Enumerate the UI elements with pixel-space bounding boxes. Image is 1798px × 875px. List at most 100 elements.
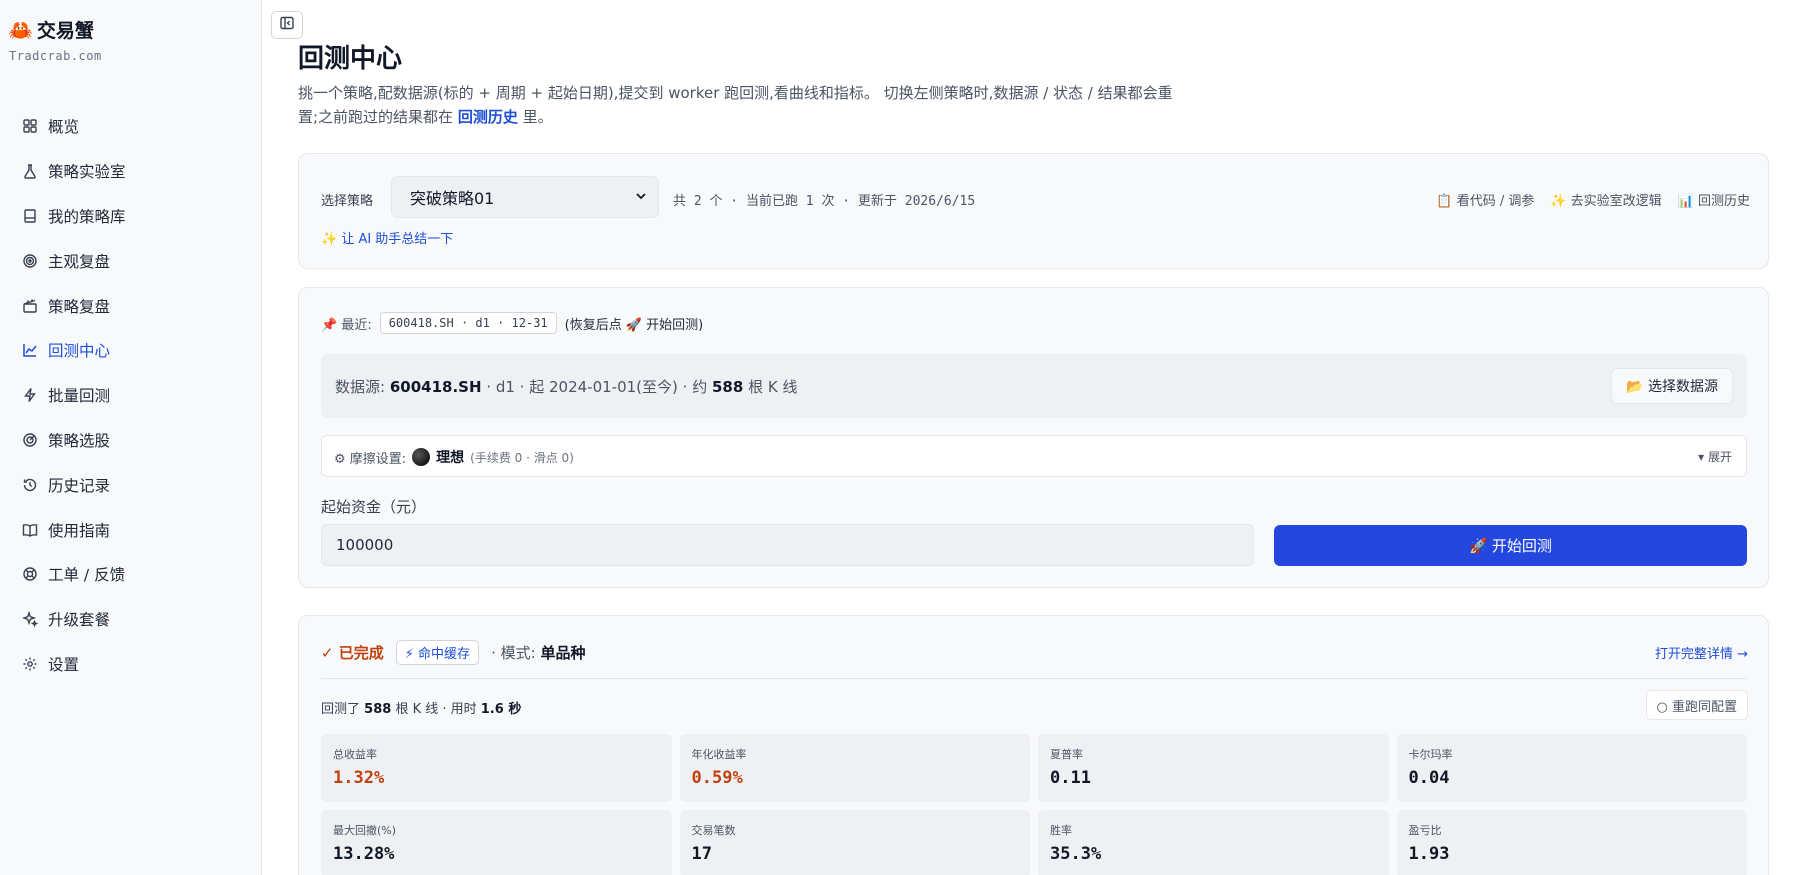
page-description-text: 挑一个策略,配数据源(标的 + 周期 + 起始日期),提交到 worker 跑回…: [298, 84, 1173, 126]
collapse-sidebar-button[interactable]: [271, 11, 303, 39]
select-datasource-button[interactable]: 📂 选择数据源: [1611, 368, 1733, 404]
mode-value: 单品种: [540, 644, 586, 662]
metric-label: 年化收益率: [691, 748, 747, 761]
sparkle-icon: [22, 611, 38, 628]
sidebar-item-feedback[interactable]: 工单 / 反馈: [0, 552, 262, 597]
capital-input[interactable]: [321, 524, 1254, 566]
datasource-summary: 数据源: 600418.SH · d1 · 起 2024-01-01(至今) ·…: [335, 376, 797, 397]
metric-profit-loss-ratio: 盈亏比 1.93: [1396, 810, 1747, 875]
datasource-bars: 588: [712, 378, 744, 396]
sidebar-item-subjective-review[interactable]: 主观复盘: [0, 238, 262, 283]
start-backtest-button[interactable]: 🚀 开始回测: [1274, 525, 1747, 566]
sidebar-item-backtest-center[interactable]: 回测中心: [0, 328, 262, 373]
strategy-meta: 共 2 个 · 当前已跑 1 次 · 更新于 2026/6/15: [673, 194, 976, 209]
friction-expand-toggle[interactable]: ▾ 展开: [1698, 448, 1732, 465]
metric-win-rate: 胜率 35.3%: [1038, 810, 1389, 875]
sidebar-item-label: 主观复盘: [48, 252, 111, 271]
sidebar-item-library[interactable]: 我的策略库: [0, 194, 262, 239]
view-code-link[interactable]: 📋 看代码 / 调参: [1436, 190, 1534, 209]
metric-label: 交易笔数: [691, 824, 736, 837]
sidebar-item-label: 概览: [48, 118, 80, 137]
backtest-history-link[interactable]: 回测历史: [458, 108, 518, 126]
metric-value: 0.59%: [691, 768, 743, 788]
brand[interactable]: 🦀 交易蟹 Tradcrab.com: [8, 16, 102, 64]
sidebar-item-overview[interactable]: 概览: [0, 104, 262, 149]
friction-summary: ⚙ 摩擦设置: 理想 (手续费 0 · 滑点 0): [334, 447, 574, 467]
metric-label: 盈亏比: [1408, 824, 1442, 837]
capital-label: 起始资金（元）: [321, 498, 427, 516]
crab-logo-icon: 🦀: [8, 17, 33, 42]
open-book-icon: [22, 522, 38, 538]
datasource-suffix: 根 K 线: [748, 378, 798, 396]
datasource-period: · d1 ·: [486, 378, 525, 396]
brand-name: 交易蟹: [36, 20, 94, 42]
strategy-selected-value: 突破策略01: [410, 189, 495, 208]
backtest-history-button[interactable]: 📊 回测历史: [1678, 190, 1750, 209]
recent-config: 📌 最近: 600418.SH · d1 · 12-31 (恢复后点 🚀 开始回…: [321, 312, 703, 334]
sidebar-item-history[interactable]: 历史记录: [0, 462, 262, 507]
chart-line-icon: [22, 342, 38, 358]
result-status-row: ✓ 已完成 ⚡ 命中缓存 · 模式: 单品种: [321, 640, 585, 665]
metric-value: 13.28%: [333, 844, 395, 864]
ideal-dot-icon: [412, 448, 431, 466]
open-full-details-link[interactable]: 打开完整详情 →: [1655, 643, 1748, 662]
sidebar-item-settings[interactable]: 设置: [0, 642, 262, 687]
rerun-same-config-button[interactable]: ○ 重跑同配置: [1645, 690, 1748, 720]
metric-value: 0.11: [1050, 768, 1091, 788]
sidebar-item-label: 策略选股: [48, 431, 111, 450]
recent-label: 📌 最近:: [321, 317, 372, 333]
friction-detail: (手续费 0 · 滑点 0): [470, 450, 574, 465]
page-description: 挑一个策略,配数据源(标的 + 周期 + 起始日期),提交到 worker 跑回…: [298, 81, 1178, 129]
metric-max-drawdown: 最大回撤(%) 13.28%: [321, 810, 672, 875]
sidebar-item-lab[interactable]: 策略实验室: [0, 149, 262, 194]
metrics-grid: 总收益率 1.32% 年化收益率 0.59% 夏普率 0.11 卡尔玛率 0.0…: [321, 734, 1747, 875]
sidebar-item-label: 我的策略库: [48, 207, 126, 226]
backtest-config-panel: 📌 最近: 600418.SH · d1 · 12-31 (恢复后点 🚀 开始回…: [298, 287, 1769, 588]
lifebuoy-icon: [22, 566, 38, 582]
result-mode: · 模式: 单品种: [491, 642, 585, 663]
radar-icon: [22, 432, 38, 448]
run-time: 1.6 秒: [480, 702, 522, 717]
sidebar-item-stock-picker[interactable]: 策略选股: [0, 418, 262, 463]
metric-value: 1.32%: [333, 768, 385, 788]
strategy-actions: 📋 看代码 / 调参 ✨ 去实验室改逻辑 📊 回测历史: [1436, 190, 1750, 209]
target-icon: [22, 253, 38, 269]
sidebar-item-label: 策略实验室: [48, 163, 126, 182]
backtest-result-panel: ✓ 已完成 ⚡ 命中缓存 · 模式: 单品种 打开完整详情 → 回测了 588 …: [298, 615, 1769, 875]
metric-value: 1.93: [1408, 844, 1450, 864]
metric-value: 0.04: [1408, 768, 1450, 788]
run-bars: 588: [364, 702, 392, 717]
run-info: 回测了 588 根 K 线 · 用时 1.6 秒: [321, 698, 521, 717]
metric-trade-count: 交易笔数 17: [679, 810, 1030, 875]
sidebar-item-batch-backtest[interactable]: 批量回测: [0, 373, 262, 418]
metric-label: 卡尔玛率: [1408, 748, 1453, 761]
clapper-icon: [22, 298, 38, 314]
book-icon: [22, 208, 38, 224]
metric-total-return: 总收益率 1.32%: [321, 734, 672, 802]
friction-settings[interactable]: ⚙ 摩擦设置: 理想 (手续费 0 · 滑点 0) ▾ 展开: [321, 435, 1747, 477]
run-mid: 根 K 线 · 用时: [395, 702, 477, 717]
metric-sharpe: 夏普率 0.11: [1038, 734, 1389, 802]
sidebar-item-label: 工单 / 反馈: [48, 566, 126, 585]
sidebar-item-label: 使用指南: [48, 521, 111, 540]
sidebar-item-guide[interactable]: 使用指南: [0, 507, 262, 552]
status-badge: ✓ 已完成: [321, 644, 384, 662]
chevron-down-icon: [634, 188, 648, 207]
datasource-start: 起 2024-01-01(至今): [529, 378, 678, 396]
sidebar-item-upgrade[interactable]: 升级套餐: [0, 597, 262, 642]
datasource-bar: 数据源: 600418.SH · d1 · 起 2024-01-01(至今) ·…: [321, 354, 1747, 418]
mode-prefix: · 模式:: [491, 644, 536, 662]
metric-label: 胜率: [1050, 824, 1072, 837]
flask-icon: [22, 163, 38, 179]
strategy-select[interactable]: 突破策略01: [391, 176, 659, 218]
recent-config-chip[interactable]: 600418.SH · d1 · 12-31: [379, 312, 557, 334]
friction-mode: 理想: [436, 450, 465, 466]
sidebar-item-strategy-review[interactable]: 策略复盘: [0, 283, 262, 328]
sidebar-item-label: 回测中心: [48, 342, 111, 361]
go-lab-link[interactable]: ✨ 去实验室改逻辑: [1550, 190, 1661, 209]
ai-summary-link[interactable]: ✨ 让 AI 助手总结一下: [321, 228, 453, 247]
recent-hint: (恢复后点 🚀 开始回测): [564, 317, 704, 333]
datasource-symbol: 600418.SH: [389, 378, 482, 396]
sidebar-item-label: 策略复盘: [48, 297, 111, 316]
metric-value: 17: [691, 844, 712, 864]
